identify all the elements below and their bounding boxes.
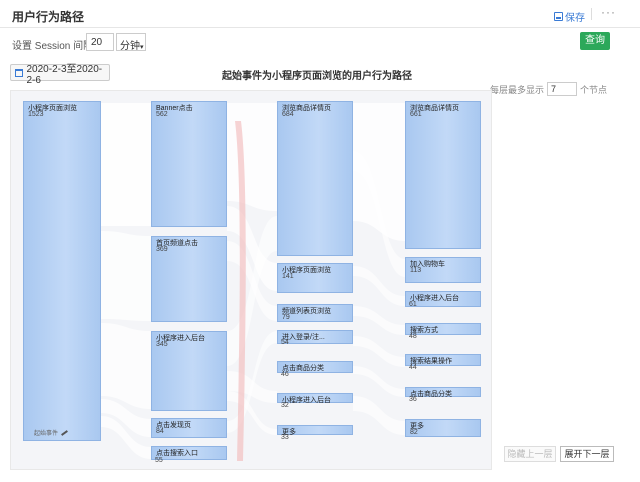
layer-limit-suffix: 个节点: [580, 84, 608, 95]
sankey-link: [353, 306, 405, 335]
path-node[interactable]: Banner点击 562: [151, 101, 227, 227]
node-count: 48: [409, 333, 417, 340]
node-count: 32: [281, 402, 289, 409]
sankey-link: [353, 336, 405, 367]
sankey-link: [353, 366, 405, 397]
chart-title: 起始事件为小程序页面浏览的用户行为路径: [222, 71, 412, 82]
path-node[interactable]: 首页频道点击 369: [151, 236, 227, 322]
start-event-tag: 起始事件: [34, 428, 68, 437]
node-count: 1523: [28, 111, 44, 118]
filter-bar: 设置 Session 间隔 分钟▾ 查询: [0, 28, 640, 56]
calendar-icon: [15, 68, 23, 77]
edit-icon[interactable]: [61, 429, 68, 436]
date-range-picker[interactable]: 2020-2-3至2020-2-6: [10, 64, 110, 86]
sankey-link: [101, 323, 151, 409]
node-count: 345: [156, 341, 168, 348]
node-count: 54: [281, 339, 289, 346]
date-range-value: 2020-2-3至2020-2-6: [26, 63, 103, 86]
node-count: 33: [281, 434, 289, 441]
node-count: 82: [410, 429, 418, 436]
node-label: 小程序进入后台: [282, 397, 331, 404]
collapse-previous-layer-button[interactable]: 隐藏上一层: [504, 446, 556, 462]
path-node[interactable]: 小程序页面浏览 1523 起始事件: [23, 101, 101, 441]
chevron-down-icon: ▾: [140, 44, 144, 51]
sankey-link: [353, 396, 405, 435]
query-button[interactable]: 查询: [580, 32, 610, 50]
start-event-label: 起始事件: [34, 431, 59, 437]
path-node[interactable]: 加入购物车 113: [405, 257, 481, 283]
path-node[interactable]: 小程序进入后台 345: [151, 331, 227, 411]
node-count: 36: [409, 396, 417, 403]
session-unit-select[interactable]: 分钟▾: [116, 33, 146, 52]
path-node[interactable]: 浏览商品详情页 684: [277, 101, 353, 256]
more-menu-button[interactable]: ···: [601, 5, 616, 19]
page-title: 用户行为路径: [12, 10, 85, 24]
divider: [591, 8, 592, 20]
node-label: 小程序进入后台: [410, 295, 459, 302]
node-count: 79: [282, 314, 290, 321]
sankey-link: [227, 103, 277, 211]
node-count: 562: [156, 111, 168, 118]
session-interval-label: 设置 Session 间隔: [12, 41, 94, 52]
path-node[interactable]: 浏览商品详情页 661: [405, 101, 481, 249]
path-node[interactable]: 小程序页面浏览 141: [277, 263, 353, 293]
path-node[interactable]: 点击发现页 84: [151, 418, 227, 438]
save-button[interactable]: 保存: [554, 9, 585, 24]
session-interval-input[interactable]: [86, 33, 114, 51]
node-count: 369: [156, 246, 168, 253]
node-count: 661: [410, 111, 422, 118]
behavior-path-sankey: 小程序页面浏览 1523 起始事件 Banner点击 562 首页频道点击 36…: [10, 90, 492, 470]
node-count: 684: [282, 111, 294, 118]
node-count: 113: [410, 267, 422, 274]
layer-limit-input[interactable]: [547, 82, 578, 96]
node-count: 44: [409, 364, 417, 371]
node-count: 55: [155, 457, 163, 464]
sankey-link: [101, 103, 151, 226]
node-count: 84: [156, 428, 164, 435]
node-count: 61: [409, 301, 417, 308]
path-node[interactable]: 频道列表页浏览 79: [277, 304, 353, 322]
path-node[interactable]: 更多 82: [405, 419, 481, 437]
top-bar: 用户行为路径 保存 ···: [0, 0, 640, 28]
save-label: 保存: [565, 13, 585, 24]
sankey-link: [101, 231, 151, 321]
session-unit-value: 分钟: [120, 41, 140, 52]
layer-limit-control: 每层最多显示 个节点: [490, 82, 607, 96]
expand-next-layer-button[interactable]: 展开下一层: [560, 446, 614, 462]
node-count: 141: [282, 273, 294, 280]
layer-limit-prefix: 每层最多显示: [490, 84, 545, 95]
save-icon: [554, 12, 563, 21]
node-count: 46: [281, 371, 289, 378]
